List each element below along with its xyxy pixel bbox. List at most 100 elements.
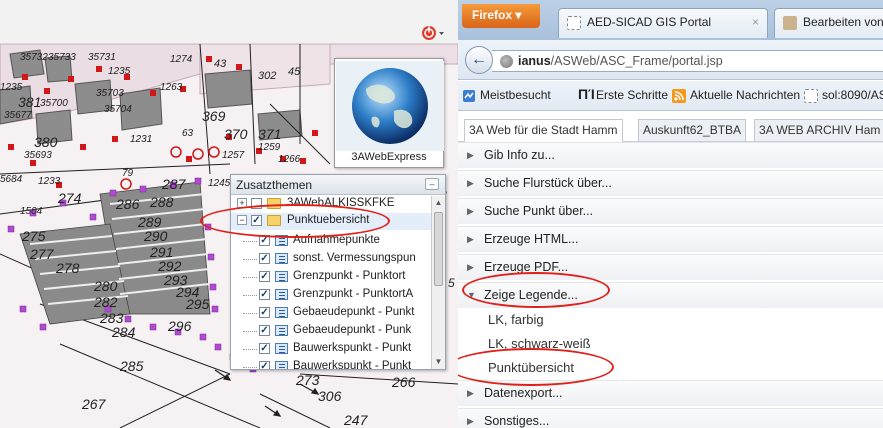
map-label: 1235: [108, 66, 131, 77]
layer-row[interactable]: ✓ Bauwerkspunkt - Punkt: [231, 341, 431, 358]
map-label: 79: [122, 168, 134, 179]
layer-checkbox[interactable]: ✓: [259, 325, 270, 336]
scrollbar-thumb[interactable]: [434, 212, 443, 286]
map-view[interactable]: 35732 35733 35731 1235 1235 381 35700 35…: [0, 0, 458, 428]
smart-bookmarks-icon: [463, 90, 475, 102]
map-label: 1257: [222, 150, 245, 161]
menu-sonstiges[interactable]: ▶ Sonstiges...: [458, 408, 883, 428]
page-icon: [804, 89, 818, 103]
layer-label: Bauwerkspunkt - Punkt: [293, 342, 412, 354]
map-label: 1259: [258, 142, 281, 153]
tab-auskunft62[interactable]: Auskunft62_BTBA: [638, 119, 747, 141]
layer-checkbox[interactable]: ✓: [259, 271, 270, 282]
map-label: 275: [22, 228, 46, 244]
menu-erzeuge-html[interactable]: ▶ Erzeuge HTML...: [458, 226, 883, 252]
map-label: 1245: [208, 178, 231, 189]
map-label: 1274: [170, 54, 193, 65]
map-label: 369: [202, 108, 226, 124]
browser-tab-bar: Firefox ▾ AED-SICAD GIS Portal × Bearbei…: [458, 0, 883, 40]
power-icon[interactable]: [420, 24, 446, 42]
legend-lk-farbig[interactable]: LK, farbig: [488, 312, 544, 327]
menu-erzeuge-pdf[interactable]: ▶ Erzeuge PDF...: [458, 254, 883, 280]
layer-row[interactable]: ✓ Grenzpunkt - PunktortA: [231, 287, 431, 304]
layer-label: Punktuebersicht: [287, 214, 370, 226]
chevron-right-icon: ▶: [467, 388, 474, 398]
3awebexpress-widget[interactable]: 3AWebExpress: [334, 58, 444, 168]
layer-icon: [275, 289, 288, 300]
chevron-right-icon: ▶: [467, 150, 474, 160]
layer-row-3awebalkisskfke[interactable]: + 3AWebALKISSKFKE: [231, 196, 431, 213]
layer-icon: [275, 361, 288, 369]
layer-checkbox[interactable]: ✓: [259, 235, 270, 246]
layer-icon: [275, 325, 288, 336]
layer-row[interactable]: ✓ sonst. Vermessungspun: [231, 251, 431, 268]
layer-checkbox[interactable]: ✓: [259, 253, 270, 264]
map-label: 371: [258, 126, 282, 142]
layer-checkbox[interactable]: ✓: [259, 307, 270, 318]
layer-checkbox[interactable]: ✓: [251, 215, 262, 226]
zusatzthemen-panel[interactable]: Zusatzthemen – + 3AWebALKISSKFKE − ✓ Pun…: [230, 174, 446, 370]
menu-suche-flurstueck[interactable]: ▶ Suche Flurstück über...: [458, 170, 883, 196]
layer-row[interactable]: ✓ Gebaeudepunkt - Punkt: [231, 305, 431, 322]
map-label: 280: [94, 278, 118, 294]
map-label: 247: [344, 412, 368, 428]
map-label: 295: [186, 296, 210, 312]
map-label: 277: [30, 246, 54, 262]
map-label: 35733: [48, 52, 76, 63]
back-button[interactable]: ←: [465, 46, 493, 74]
layer-checkbox[interactable]: ✓: [259, 361, 270, 369]
address-bar[interactable]: ianus/ASWeb/ASC_Frame/portal.jsp: [492, 50, 883, 72]
layer-row-punktuebersicht[interactable]: − ✓ Punktuebersicht: [231, 213, 431, 230]
menu-zeige-legende[interactable]: ▼ Zeige Legende...: [458, 282, 883, 308]
layer-row[interactable]: ✓ Gebaeudepunkt - Punk: [231, 323, 431, 340]
mozilla-icon: ΠΊ: [578, 86, 595, 102]
close-tab-icon[interactable]: ×: [752, 9, 759, 35]
url-path: /ASWeb/ASC_Frame/portal.jsp: [550, 54, 723, 68]
browser-tab-bearbeiten[interactable]: Bearbeiten von „: [774, 8, 883, 38]
firefox-menu-button[interactable]: Firefox ▾: [462, 4, 540, 28]
map-label: 286: [116, 196, 140, 212]
layer-label: Bauwerkspunkt - Punkt: [293, 360, 412, 369]
layer-label: sonst. Vermessungspun: [293, 252, 416, 264]
layer-checkbox[interactable]: [251, 198, 262, 209]
legend-punktuebersicht[interactable]: Punktübersicht: [488, 360, 574, 375]
bookmark-aktuelle-nachrichten[interactable]: Aktuelle Nachrichten: [690, 88, 800, 102]
layer-row[interactable]: ✓ Bauwerkspunkt - Punkt: [231, 359, 431, 369]
bookmark-erste-schritte[interactable]: Erste Schritte: [596, 88, 668, 102]
minimize-button[interactable]: –: [425, 178, 439, 190]
bookmark-meistbesucht[interactable]: Meistbesucht: [480, 88, 551, 102]
scroll-up-icon[interactable]: ▲: [432, 196, 445, 210]
scroll-down-icon[interactable]: ▼: [432, 355, 445, 369]
collapse-icon[interactable]: −: [237, 215, 247, 225]
map-label: 288: [150, 194, 174, 210]
layer-label: 3AWebALKISSKFKE: [287, 197, 395, 209]
layer-label: Aufnahmepunkte: [293, 234, 380, 246]
menu-label: Suche Flurstück über...: [484, 176, 612, 190]
map-label: 5684: [0, 174, 23, 185]
browser-tab-gis-portal[interactable]: AED-SICAD GIS Portal ×: [558, 8, 768, 38]
layer-checkbox[interactable]: ✓: [259, 289, 270, 300]
layer-row[interactable]: ✓ Grenzpunkt - Punktort: [231, 269, 431, 286]
layer-tree-scrollbar[interactable]: ▲ ▼: [431, 196, 445, 369]
chevron-right-icon: ▶: [467, 178, 474, 188]
layer-checkbox[interactable]: ✓: [259, 343, 270, 354]
layer-label: Gebaeudepunkt - Punk: [293, 324, 412, 336]
chevron-right-icon: ▶: [467, 206, 474, 216]
layer-row[interactable]: ✓ Aufnahmepunkte: [231, 233, 431, 250]
menu-label: Erzeuge PDF...: [484, 260, 569, 274]
map-label: 63: [182, 128, 194, 139]
site-identity-icon[interactable]: [500, 55, 513, 68]
map-label: 1235: [0, 82, 23, 93]
tab-3a-web-stadt-hamm[interactable]: 3A Web für die Stadt Hamm: [464, 119, 623, 142]
menu-suche-punkt[interactable]: ▶ Suche Punkt über...: [458, 198, 883, 224]
map-label: 285: [120, 358, 144, 374]
legend-lk-schwarz-weiss[interactable]: LK, schwarz-weiß: [488, 336, 591, 351]
menu-gib-info[interactable]: ▶ Gib Info zu...: [458, 142, 883, 168]
expand-icon[interactable]: +: [237, 198, 247, 208]
url-host: ianus: [518, 54, 551, 68]
menu-datenexport[interactable]: ▶ Datenexport...: [458, 380, 883, 406]
layer-label: Gebaeudepunkt - Punkt: [293, 306, 415, 318]
layer-icon: [275, 271, 288, 282]
bookmark-sol[interactable]: sol:8090/AS: [822, 88, 883, 102]
tab-3a-web-archiv[interactable]: 3A WEB ARCHIV Ham: [754, 119, 883, 141]
